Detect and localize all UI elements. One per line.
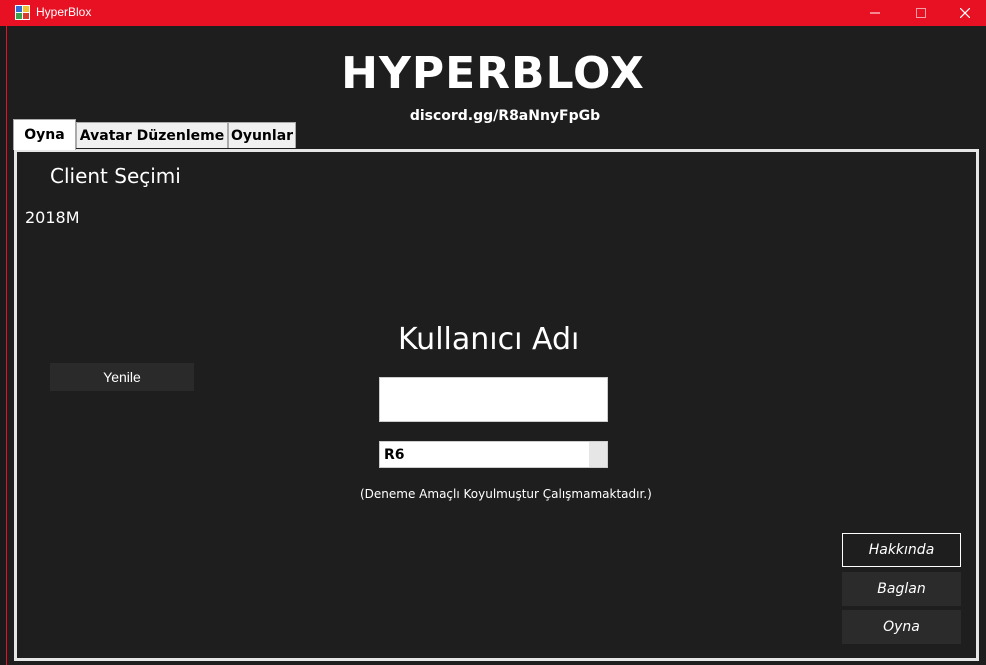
about-button[interactable]: Hakkında [842, 533, 961, 567]
rig-select-value: R6 [384, 447, 405, 463]
close-button[interactable] [942, 0, 986, 26]
client-select-label: Client Seçimi [50, 164, 181, 188]
tab-avatar-duzenleme[interactable]: Avatar Düzenleme [76, 122, 228, 148]
dropdown-arrow-icon[interactable] [589, 442, 607, 467]
play-button[interactable]: Oyna [842, 610, 961, 644]
tab-oyna[interactable]: Oyna [13, 119, 76, 150]
app-icon [15, 5, 30, 20]
rig-select[interactable]: R6 [379, 441, 608, 468]
window-title: HyperBlox [36, 5, 92, 19]
maximize-button[interactable] [898, 0, 944, 26]
minimize-button[interactable] [852, 0, 898, 26]
minimize-icon [870, 12, 880, 14]
connect-button[interactable]: Baglan [842, 572, 961, 606]
title-bar: HyperBlox [0, 0, 986, 26]
username-input[interactable] [379, 377, 608, 422]
tab-oyunlar[interactable]: Oyunlar [228, 122, 296, 148]
app-title: HYPERBLOX [341, 48, 645, 99]
username-label: Kullanıcı Adı [398, 322, 580, 357]
maximize-icon [916, 8, 926, 18]
close-icon [960, 8, 970, 18]
disclaimer-note: (Deneme Amaçlı Koyulmuştur Çalışmamaktad… [360, 487, 652, 501]
refresh-button[interactable]: Yenile [50, 363, 194, 391]
client-list-item[interactable]: 2018M [25, 208, 80, 227]
